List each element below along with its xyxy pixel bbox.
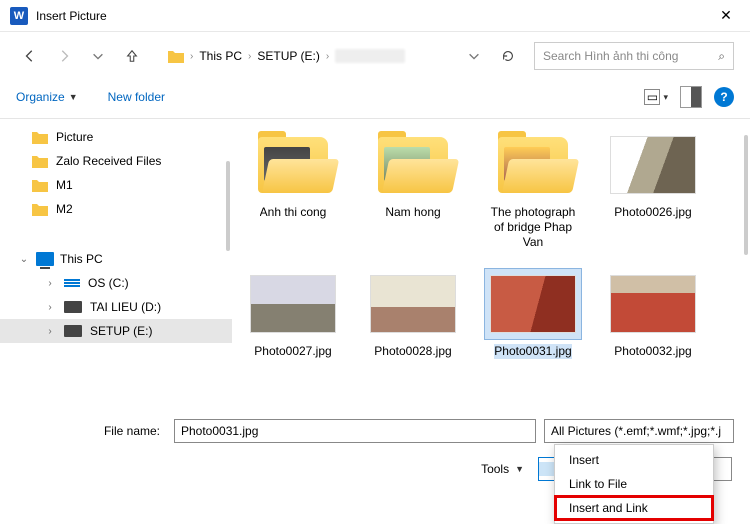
crumb-drive[interactable]: SETUP (E:): [257, 49, 319, 63]
menu-item-insert[interactable]: Insert: [555, 448, 713, 472]
preview-pane-button[interactable]: [680, 86, 702, 108]
file-item-photo0027[interactable]: Photo0027.jpg: [244, 268, 342, 359]
drive-icon: [64, 279, 80, 287]
chevron-right-icon: ›: [190, 51, 193, 62]
drive-icon: [64, 301, 82, 313]
chevron-down-icon: ▼: [69, 92, 78, 102]
chevron-right-icon: ›: [44, 278, 56, 289]
tree-item-picture[interactable]: Picture: [0, 125, 232, 149]
title-bar: W Insert Picture ✕: [0, 0, 750, 32]
item-label: Photo0027.jpg: [254, 344, 331, 359]
recent-dropdown[interactable]: [84, 42, 112, 70]
dialog-title: Insert Picture: [36, 9, 706, 23]
tree-label: M2: [56, 202, 73, 216]
folder-icon: [498, 137, 568, 193]
folder-icon: [32, 178, 48, 192]
tree-label: Zalo Received Files: [56, 154, 161, 168]
file-name-input[interactable]: [174, 419, 536, 443]
menu-item-insert-and-link[interactable]: Insert and Link: [555, 496, 713, 520]
file-item-photo0032[interactable]: Photo0032.jpg: [604, 268, 702, 359]
item-label: Photo0026.jpg: [614, 205, 691, 220]
drive-icon: [64, 325, 82, 337]
tools-button[interactable]: Tools ▼: [481, 462, 524, 476]
photo-thumbnail: [490, 275, 576, 333]
tree-item-this-pc[interactable]: ⌄ This PC: [0, 247, 232, 271]
tree-label: Picture: [56, 130, 93, 144]
photo-thumbnail: [370, 275, 456, 333]
refresh-button[interactable]: [494, 42, 522, 70]
item-label: Photo0032.jpg: [614, 344, 691, 359]
tree-item-tailieu-d[interactable]: › TAI LIEU (D:): [0, 295, 232, 319]
tree-label: TAI LIEU (D:): [90, 300, 161, 314]
tree-item-zalo[interactable]: Zalo Received Files: [0, 149, 232, 173]
sidebar: Picture Zalo Received Files M1 M2 ⌄ This …: [0, 119, 232, 409]
layout-icon: ▭: [644, 89, 660, 105]
chevron-right-icon: ›: [44, 302, 56, 313]
word-icon: W: [10, 7, 28, 25]
help-button[interactable]: ?: [714, 87, 734, 107]
folder-icon: [32, 154, 48, 168]
item-label: Nam hong: [385, 205, 440, 220]
folder-icon: [168, 49, 184, 63]
chevron-right-icon: ›: [248, 51, 251, 62]
tree-label: M1: [56, 178, 73, 192]
file-type-filter[interactable]: All Pictures (*.emf;*.wmf;*.jpg;*.j: [544, 419, 734, 443]
search-placeholder: Search Hình ảnh thi công: [543, 49, 678, 63]
item-label: Anh thi cong: [260, 205, 327, 220]
organize-label: Organize: [16, 90, 65, 104]
breadcrumb[interactable]: › This PC › SETUP (E:) ›: [168, 49, 405, 63]
tree-label: This PC: [60, 252, 103, 266]
tree-item-m2[interactable]: M2: [0, 197, 232, 221]
photo-thumbnail: [610, 275, 696, 333]
tree-item-m1[interactable]: M1: [0, 173, 232, 197]
crumb-hidden[interactable]: [335, 49, 405, 63]
forward-button[interactable]: [50, 42, 78, 70]
new-folder-button[interactable]: New folder: [108, 90, 165, 104]
back-button[interactable]: [16, 42, 44, 70]
file-pane-scrollbar[interactable]: [744, 125, 748, 403]
nav-bar: › This PC › SETUP (E:) › Search Hình ảnh…: [0, 32, 750, 80]
toolbar: Organize ▼ New folder ▭ ▾ ?: [0, 80, 750, 119]
chevron-down-icon: ▼: [515, 464, 524, 474]
close-button[interactable]: ✕: [706, 2, 746, 30]
tools-label: Tools: [481, 462, 509, 476]
file-pane[interactable]: Anh thi cong Nam hong The photograph of …: [232, 119, 750, 409]
item-label: The photograph of bridge Phap Van: [484, 205, 582, 250]
photo-thumbnail: [250, 275, 336, 333]
photo-thumbnail: [610, 136, 696, 194]
file-item-photo0026[interactable]: Photo0026.jpg: [604, 129, 702, 250]
sidebar-scrollbar[interactable]: [226, 121, 230, 407]
folder-icon: [378, 137, 448, 193]
tree-label: SETUP (E:): [90, 324, 152, 338]
view-layout-button[interactable]: ▭ ▾: [644, 89, 668, 105]
folder-item-phap-van[interactable]: The photograph of bridge Phap Van: [484, 129, 582, 250]
file-item-photo0028[interactable]: Photo0028.jpg: [364, 268, 462, 359]
folder-item-nam-hong[interactable]: Nam hong: [364, 129, 462, 250]
search-icon: ⌕: [718, 49, 725, 64]
search-input[interactable]: Search Hình ảnh thi công ⌕: [534, 42, 734, 70]
pc-icon: [36, 252, 54, 266]
path-dropdown[interactable]: [460, 42, 488, 70]
tree-item-os-c[interactable]: › OS (C:): [0, 271, 232, 295]
item-label: Photo0028.jpg: [374, 344, 451, 359]
item-label: Photo0031.jpg: [494, 344, 571, 359]
tree-label: OS (C:): [88, 276, 129, 290]
folder-icon: [258, 137, 328, 193]
chevron-right-icon: ›: [44, 326, 56, 337]
menu-item-link-to-file[interactable]: Link to File: [555, 472, 713, 496]
crumb-this-pc[interactable]: This PC: [199, 49, 242, 63]
chevron-down-icon: ▾: [663, 92, 668, 103]
organize-button[interactable]: Organize ▼: [16, 90, 78, 104]
insert-dropdown-menu: Insert Link to File Insert and Link: [554, 444, 714, 524]
file-name-label: File name:: [16, 424, 166, 438]
up-button[interactable]: [118, 42, 146, 70]
chevron-down-icon: ⌄: [18, 254, 30, 265]
filter-label: All Pictures (*.emf;*.wmf;*.jpg;*.j: [551, 424, 721, 438]
folder-item-anh-thi-cong[interactable]: Anh thi cong: [244, 129, 342, 250]
file-item-photo0031[interactable]: Photo0031.jpg: [484, 268, 582, 359]
chevron-right-icon: ›: [326, 51, 329, 62]
folder-icon: [32, 202, 48, 216]
tree-item-setup-e[interactable]: › SETUP (E:): [0, 319, 232, 343]
folder-icon: [32, 130, 48, 144]
